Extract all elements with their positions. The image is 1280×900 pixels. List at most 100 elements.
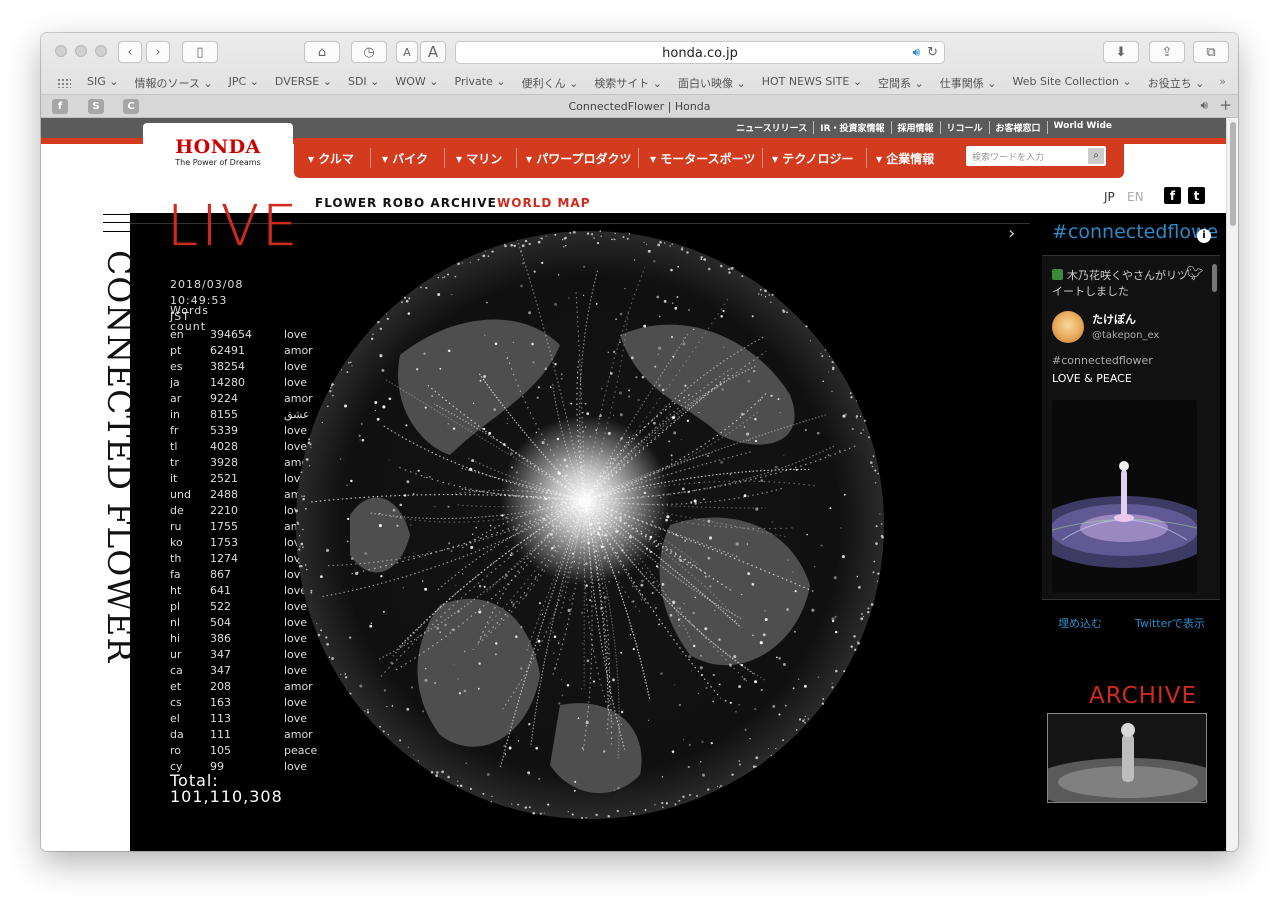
utility-news[interactable]: ニュースリリース — [730, 121, 815, 134]
lang-en[interactable]: EN — [1127, 190, 1144, 204]
reload-icon[interactable]: ↻ — [927, 45, 938, 60]
data-particle — [692, 611, 695, 615]
bookmark-item[interactable]: 面白い映像 ⌄ — [670, 75, 754, 91]
search-input[interactable]: 検索ワードを入力 ⌕ — [966, 146, 1106, 166]
bookmark-item[interactable]: お役立ち ⌄ — [1140, 75, 1213, 91]
honda-logo[interactable]: HONDA The Power of Dreams — [143, 123, 293, 178]
data-particle — [609, 372, 613, 375]
twitter-bird-icon[interactable]: 🐦︎ — [1186, 266, 1204, 282]
bookmark-item[interactable]: Private ⌄ — [447, 75, 514, 91]
font-larger-button[interactable]: A — [420, 41, 446, 63]
bookmark-item[interactable]: DVERSE ⌄ — [267, 75, 340, 91]
nav-marine[interactable]: ▾ マリン — [456, 150, 502, 167]
apps-grid-icon[interactable] — [57, 78, 71, 88]
utility-careers[interactable]: 採用情報 — [892, 121, 941, 134]
flower-robo-archive-link[interactable]: FLOWER ROBO ARCHIVE — [315, 196, 497, 210]
page-scrollbar[interactable] — [1226, 118, 1238, 851]
bookmark-item[interactable]: 便利くん ⌄ — [514, 75, 587, 91]
nav-cars[interactable]: ▾ クルマ — [308, 150, 354, 167]
data-particle — [842, 414, 846, 418]
zoom-window-button[interactable] — [95, 45, 107, 57]
twitter-icon[interactable]: t — [1188, 187, 1205, 204]
bookmarks-more-button[interactable]: » — [1219, 75, 1226, 88]
rim-particle — [435, 774, 439, 778]
scrollbar-thumb[interactable] — [1230, 122, 1236, 226]
rim-particle — [298, 561, 300, 564]
nav-motorsports[interactable]: ▾ モータースポーツ — [650, 150, 755, 167]
globe-visualization[interactable] — [290, 225, 890, 825]
nav-technology[interactable]: ▾ テクノロジー — [772, 150, 853, 167]
close-window-button[interactable] — [55, 45, 67, 57]
tweet-image[interactable] — [1052, 400, 1197, 593]
data-particle — [647, 719, 650, 722]
data-particle — [411, 686, 413, 689]
data-particle — [505, 574, 508, 577]
data-particle — [701, 673, 704, 676]
data-particle — [521, 262, 525, 265]
data-particle — [533, 270, 536, 273]
world-map-link[interactable]: WORLD MAP — [497, 196, 591, 210]
rim-particle — [805, 325, 808, 328]
view-on-twitter-link[interactable]: Twitterで表示 — [1135, 615, 1205, 631]
bookmark-item[interactable]: SIG ⌄ — [79, 75, 126, 91]
share-icon[interactable]: ⇪ — [1149, 41, 1185, 63]
info-icon[interactable]: i — [1197, 229, 1211, 243]
sidebar-icon[interactable]: ▯ — [182, 41, 218, 63]
address-bar[interactable]: honda.co.jp 🔊︎ ↻ — [455, 41, 945, 64]
data-particle — [619, 413, 623, 417]
download-icon[interactable]: ⬇︎ — [1103, 41, 1139, 63]
embed-link[interactable]: 埋め込む — [1058, 615, 1102, 631]
chevron-right-icon[interactable]: › — [1008, 223, 1015, 244]
bookmark-item[interactable]: SDI ⌄ — [340, 75, 387, 91]
back-arrow-icon[interactable]: ‹ — [118, 41, 142, 63]
active-tab-title[interactable]: ConnectedFlower | Honda — [41, 100, 1238, 113]
lang-jp[interactable]: JP — [1104, 190, 1115, 204]
utility-contact[interactable]: お客様窓口 — [990, 121, 1048, 134]
bookmark-item[interactable]: WOW ⌄ — [387, 75, 446, 91]
history-clock-icon[interactable]: ◷ — [351, 41, 387, 63]
search-icon[interactable]: ⌕ — [1088, 148, 1104, 164]
data-particle — [688, 655, 692, 659]
facebook-icon[interactable]: f — [1164, 187, 1181, 204]
tweet-author-name[interactable]: たけぽん — [1092, 311, 1136, 327]
bookmark-item[interactable]: 検索サイト ⌄ — [586, 75, 670, 91]
bookmark-item[interactable]: HOT NEWS SITE ⌄ — [754, 75, 870, 91]
data-particle — [580, 611, 584, 614]
nav-corporate[interactable]: ▾ 企業情報 — [876, 150, 934, 167]
rim-particle — [298, 535, 301, 537]
rim-particle — [663, 242, 666, 244]
speaker-icon[interactable]: 🔊︎ — [912, 45, 920, 60]
home-icon[interactable]: ⌂ — [304, 41, 340, 63]
data-particle — [437, 293, 441, 296]
data-particle — [755, 507, 759, 511]
bookmark-item[interactable]: 情報のソース ⌄ — [126, 75, 220, 91]
archive-thumbnail[interactable] — [1047, 713, 1207, 803]
minimize-window-button[interactable] — [75, 45, 87, 57]
tabs-icon[interactable]: ⧉ — [1193, 41, 1229, 63]
new-tab-button[interactable]: + — [1219, 96, 1232, 114]
utility-ir[interactable]: IR・投資家情報 — [814, 121, 892, 134]
tweet-scrollbar[interactable] — [1212, 264, 1217, 292]
data-particle — [709, 585, 712, 588]
bookmark-item[interactable]: JPC ⌄ — [221, 75, 267, 91]
forward-arrow-icon[interactable]: › — [146, 41, 170, 63]
data-particle — [582, 294, 585, 296]
utility-recall[interactable]: リコール — [941, 121, 990, 134]
rim-particle — [821, 702, 825, 705]
bookmark-item[interactable]: Web Site Collection ⌄ — [1004, 75, 1139, 91]
hashtag-title[interactable]: #connectedflower — [1052, 221, 1218, 243]
tweet-author-handle[interactable]: @takepon_ex — [1092, 330, 1159, 341]
avatar[interactable] — [1052, 311, 1084, 343]
tab-speaker-icon[interactable]: 🔊︎ — [1200, 98, 1208, 113]
font-smaller-button[interactable]: A — [396, 41, 418, 63]
nav-bikes[interactable]: ▾ バイク — [382, 150, 428, 167]
utility-worldwide[interactable]: World Wide — [1048, 121, 1118, 134]
tweet-hashtag[interactable]: #connectedflower — [1052, 354, 1153, 367]
bookmark-item[interactable]: 仕事関係 ⌄ — [932, 75, 1005, 91]
language-code: es — [170, 360, 183, 373]
rim-particle — [408, 297, 411, 300]
rim-particle — [349, 692, 352, 695]
rim-particle — [511, 803, 513, 805]
nav-power-products[interactable]: ▾ パワープロダクツ — [526, 150, 631, 167]
bookmark-item[interactable]: 空間系 ⌄ — [870, 75, 932, 91]
